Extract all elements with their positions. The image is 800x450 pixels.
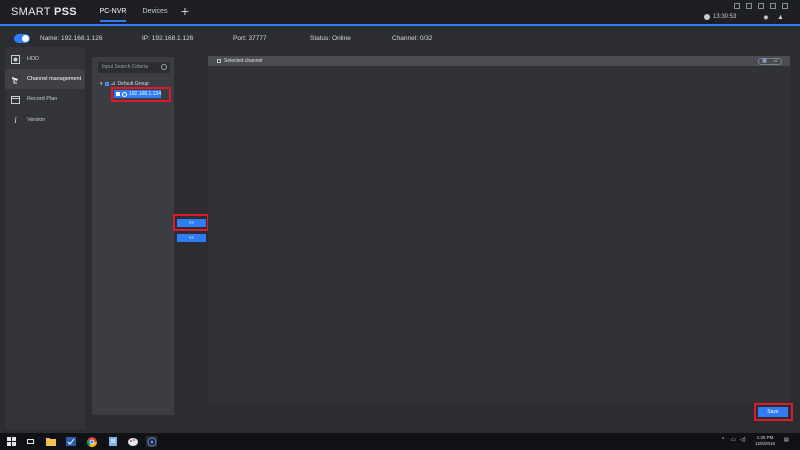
clock-text: 13:30:53: [713, 14, 737, 20]
device-channel: Channel: 0/32: [392, 35, 433, 42]
search-input[interactable]: Input Search Criteria: [98, 62, 170, 73]
settings-icon[interactable]: [746, 3, 752, 9]
chevron-down-icon[interactable]: ▾: [100, 81, 103, 87]
group-label: Default Group: [117, 80, 149, 87]
highlight-add-button: [173, 214, 209, 231]
nav-label-channel-management: Channel management: [27, 76, 82, 82]
close-button[interactable]: [782, 3, 788, 9]
os-taskbar: ^ ▭ ◁) 1:30 PM 12/6/2016 ▤: [0, 433, 800, 450]
device-name: Name: 192.168.1.126: [40, 35, 103, 42]
lock-icon[interactable]: [734, 3, 740, 9]
device-toggle[interactable]: [14, 34, 30, 43]
camera-icon: [11, 75, 20, 84]
app-logo: SMART PSS: [11, 6, 77, 18]
selected-channel-title: Selected channel: [224, 58, 263, 64]
brand-light: SMART: [11, 6, 54, 18]
remove-from-selected-button[interactable]: <<: [177, 234, 206, 242]
taskbar-date: 12/6/2016: [755, 441, 776, 446]
checkmark-app-icon[interactable]: [65, 436, 76, 447]
tab-pc-nvr[interactable]: PC-NVR: [96, 0, 130, 24]
nav-label-version: Version: [27, 117, 46, 123]
grid-view-icon[interactable]: ▦: [759, 59, 770, 64]
accent-divider: [0, 24, 800, 26]
bell-icon[interactable]: ▲: [777, 14, 784, 21]
nav-item-version[interactable]: i Version: [5, 110, 85, 130]
nav-item-channel-management[interactable]: Channel management: [5, 69, 85, 89]
title-bar: SMART PSS PC-NVR Devices + 13:30:53 ✹ ▲: [0, 0, 800, 24]
brand-bold: PSS: [53, 6, 77, 18]
clock: 13:30:53: [704, 14, 736, 20]
tray-chevron-icon[interactable]: ^: [722, 437, 724, 443]
tab-devices[interactable]: Devices: [140, 0, 170, 24]
highlight-save-button: [754, 403, 793, 421]
network-tray-icon[interactable]: ▭: [731, 437, 736, 443]
nav-label-record-plan: Record Plan: [27, 96, 58, 102]
network-icon: ⊿: [110, 81, 116, 87]
clock-icon: [704, 14, 710, 20]
task-view-icon[interactable]: [25, 436, 36, 447]
file-explorer-icon[interactable]: [45, 436, 56, 447]
hdd-icon: [11, 54, 20, 64]
selected-channel-panel: Selected channel ▦ ☰: [208, 56, 790, 403]
list-view-icon[interactable]: ☰: [770, 59, 781, 64]
add-tab-button[interactable]: +: [178, 4, 192, 18]
view-toggle[interactable]: ▦ ☰: [758, 58, 782, 65]
volume-icon[interactable]: ◁): [740, 437, 746, 443]
device-tree-panel: Input Search Criteria ▾ ⊿ Default Group …: [92, 57, 174, 415]
info-icon: i: [14, 115, 17, 125]
taskbar-clock[interactable]: 1:30 PM 12/6/2016: [755, 435, 775, 447]
search-placeholder: Input Search Criteria: [102, 64, 148, 70]
left-nav: HDD Channel management Record Plan i Ver…: [5, 47, 85, 430]
chrome-icon[interactable]: [86, 436, 97, 447]
device-port: Port: 37777: [233, 35, 267, 42]
nav-item-hdd[interactable]: HDD: [5, 49, 85, 69]
highlight-device-row: [111, 87, 171, 102]
smart-pss-taskbar-icon[interactable]: [146, 436, 157, 447]
nav-item-record-plan[interactable]: Record Plan: [5, 89, 85, 109]
device-status: Status: Online: [310, 35, 351, 42]
window-controls: [734, 3, 788, 9]
group-checkbox[interactable]: [104, 81, 109, 86]
device-info-bar: Name: 192.168.1.126 IP: 192.168.1.126 Po…: [0, 30, 800, 48]
smart-pss-window: SMART PSS PC-NVR Devices + 13:30:53 ✹ ▲ …: [0, 0, 800, 433]
tree-group-row[interactable]: ▾ ⊿ Default Group: [100, 80, 149, 88]
selected-channel-header: Selected channel ▦ ☰: [208, 56, 790, 66]
windows-start-icon[interactable]: [6, 436, 17, 447]
minimize-button[interactable]: [758, 3, 764, 9]
select-all-checkbox[interactable]: [217, 59, 221, 63]
paint-app-icon[interactable]: [127, 436, 138, 447]
device-ip: IP: 192.168.1.126: [142, 35, 194, 42]
notification-icon[interactable]: ▤: [784, 437, 789, 443]
notes-app-icon[interactable]: [107, 436, 118, 447]
brightness-icon[interactable]: ✹: [763, 14, 769, 22]
nav-label-hdd: HDD: [27, 56, 39, 62]
calendar-icon: [11, 95, 20, 104]
search-icon[interactable]: [161, 64, 167, 70]
maximize-button[interactable]: [770, 3, 776, 9]
